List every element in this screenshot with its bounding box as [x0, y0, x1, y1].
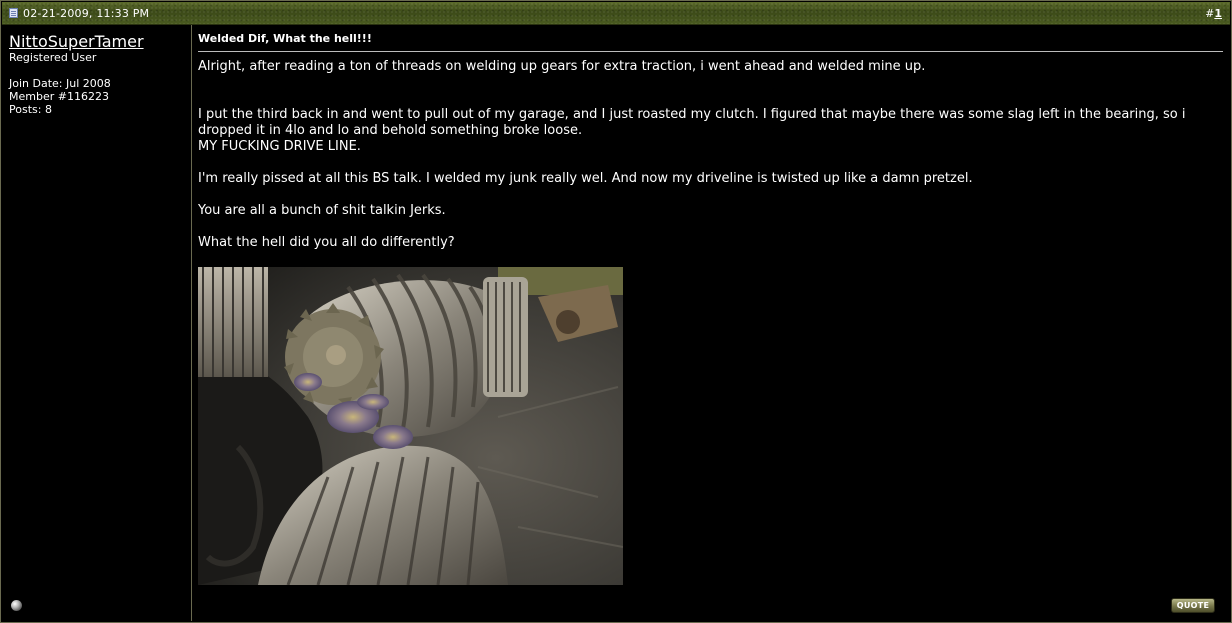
- user-details: Join Date: Jul 2008 Member #116223 Posts…: [9, 77, 111, 116]
- message-paragraph-2-shout: MY FUCKING DRIVE LINE.: [198, 139, 361, 154]
- message-paragraph-3: I'm really pissed at all this BS talk. I…: [198, 171, 973, 186]
- member-number: Member #116223: [9, 90, 109, 103]
- offline-status-icon: [11, 600, 22, 611]
- message-paragraph-1: Alright, after reading a ton of threads …: [198, 59, 926, 74]
- user-title: Registered User: [9, 51, 97, 64]
- message-paragraph-4: You are all a bunch of shit talkin Jerks…: [198, 203, 446, 218]
- username-link[interactable]: NittoSuperTamer: [9, 32, 144, 51]
- post-date: 02-21-2009, 11:33 PM: [23, 7, 150, 20]
- message-paragraph-5: What the hell did you all do differently…: [198, 235, 455, 250]
- post-icon: [9, 8, 18, 18]
- join-date: Join Date: Jul 2008: [9, 77, 111, 90]
- post-title: Welded Dif, What the hell!!!: [198, 32, 372, 45]
- post-count: Posts: 8: [9, 103, 52, 116]
- post-message: Alright, after reading a ton of threads …: [198, 59, 1226, 251]
- post-number-prefix: #: [1205, 7, 1215, 20]
- post-container: 02-21-2009, 11:33 PM #1 NittoSuperTamer …: [0, 0, 1232, 623]
- post-header-bar: 02-21-2009, 11:33 PM #1: [2, 2, 1230, 25]
- post-number-link[interactable]: 1: [1214, 7, 1222, 20]
- post-number: #1: [1205, 7, 1222, 20]
- user-info-panel: NittoSuperTamer Registered User Join Dat…: [2, 25, 192, 621]
- message-paragraph-2: I put the third back in and went to pull…: [198, 107, 1186, 138]
- title-divider: [198, 51, 1223, 52]
- post-content: Welded Dif, What the hell!!! Alright, af…: [192, 25, 1230, 621]
- welded-gear-photo: [198, 267, 623, 585]
- quote-button[interactable]: QUOTE: [1171, 598, 1215, 613]
